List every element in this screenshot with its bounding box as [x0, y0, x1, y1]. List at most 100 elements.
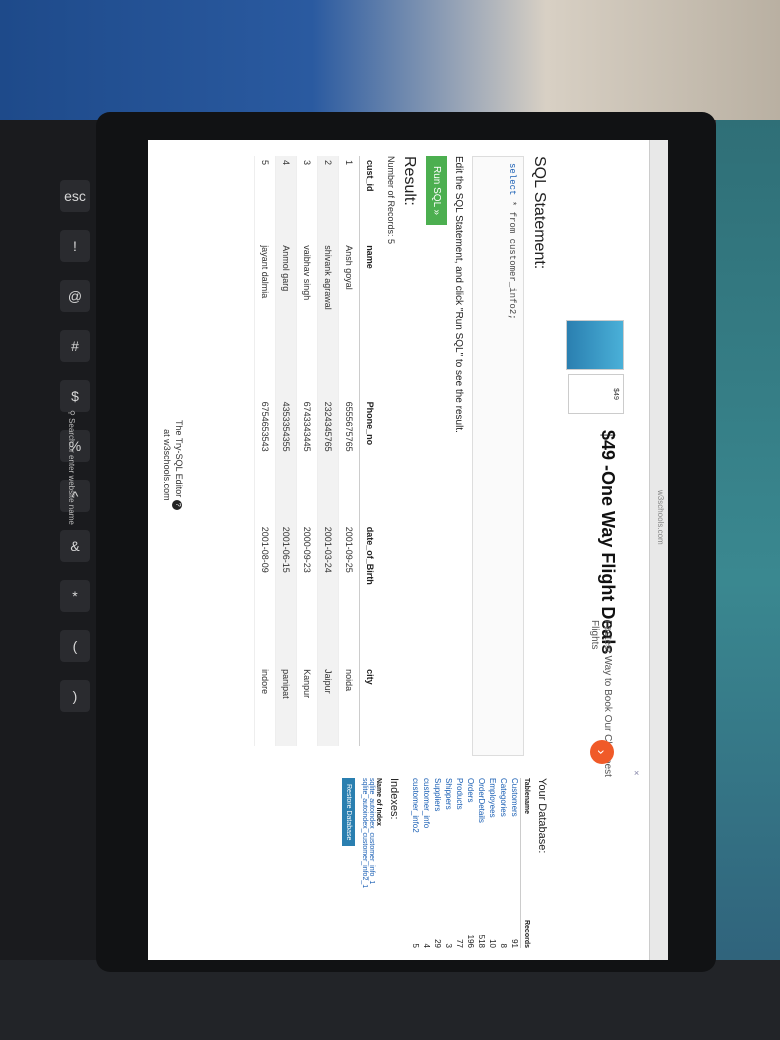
key-0[interactable]: ) [60, 680, 90, 712]
cell: 2000-09-23 [296, 522, 318, 666]
db-table-row[interactable]: Categories 8 [498, 778, 509, 948]
db-table-name[interactable]: Shippers [444, 778, 453, 810]
db-table-row[interactable]: customer_info2 5 [410, 778, 421, 948]
cell: 6555675765 [338, 397, 360, 523]
index-item[interactable]: sqlite_autoindex_customer_info2_1 [361, 778, 368, 948]
restore-database-button[interactable]: Restore Database [342, 778, 355, 847]
db-table-name[interactable]: Customers [510, 778, 519, 817]
cell: 2 [317, 156, 339, 242]
header-cust-id: cust_id [359, 156, 380, 242]
db-table-records: 196 [466, 934, 475, 948]
cell: 5 [254, 156, 276, 242]
address-bar[interactable]: w3schools.com [656, 490, 665, 545]
photo-background-right [716, 120, 780, 1040]
table-row: 5 jayant dalmia 6754653543 2001-08-09 in… [254, 156, 276, 746]
table-row: 2 shivank agrawal 2324345765 2001-03-24 … [317, 156, 339, 746]
cell: 3 [296, 156, 318, 242]
header-phone: Phone_no [359, 397, 380, 523]
db-table-records: 29 [433, 939, 442, 948]
db-table-records: 4 [422, 943, 431, 948]
indexes-title: Indexes: [388, 778, 400, 820]
db-table-row[interactable]: Shippers 3 [443, 778, 454, 948]
edit-hint: Edit the SQL Statement, and click "Run S… [453, 156, 464, 433]
db-table-records: 91 [510, 939, 519, 948]
table-row: 3 vaibhav singh 6743343445 2000-09-23 Ka… [296, 156, 318, 746]
cell: Ansh goyal [338, 241, 360, 398]
db-table-row[interactable]: customer_info 4 [421, 778, 432, 948]
table-row: 1 Ansh goyal 6555675765 2001-09-25 noida [338, 156, 360, 746]
db-table-name[interactable]: Employees [488, 778, 497, 818]
page-footer: The Try-SQL Editor ? at w3schools.com [162, 420, 184, 510]
sql-statement-title: SQL Statement: [531, 156, 548, 270]
key-1[interactable]: ! [60, 230, 90, 262]
db-table-records: 3 [444, 943, 453, 948]
db-table-row[interactable]: OrderDetails 518 [476, 778, 487, 948]
key-3[interactable]: # [60, 330, 90, 362]
ad-price-card: $49 [568, 374, 624, 414]
cell: 4 [275, 156, 297, 242]
cell: 2001-06-15 [275, 522, 297, 666]
index-item[interactable]: sqlite_autoindex_customer_info_1 [368, 778, 375, 948]
search-bar[interactable]: ⚲ Search or enter website name [62, 410, 80, 600]
db-table-records: 10 [488, 939, 497, 948]
db-table-name[interactable]: customer_info2 [411, 778, 420, 833]
db-table-row[interactable]: Suppliers 29 [432, 778, 443, 948]
db-table-name[interactable]: Categories [499, 778, 508, 817]
cell: indore [254, 665, 276, 746]
search-icon: ⚲ [67, 410, 76, 416]
ad-image [566, 320, 624, 370]
run-sql-button[interactable]: Run SQL » [426, 156, 447, 226]
cell: 2001-08-09 [254, 522, 276, 666]
cell: vaibhav singh [296, 241, 318, 398]
database-panel: Your Database: Tablename Records Custome… [158, 778, 548, 948]
table-header-row: cust_id name Phone_no date_of_Birth city [359, 156, 380, 746]
col-tablename: Tablename [523, 778, 530, 815]
db-table-row[interactable]: Orders 196 [465, 778, 476, 948]
db-table-records: 8 [499, 943, 508, 948]
index-column-header: Name of Index [375, 778, 382, 826]
result-title: Result: [401, 156, 418, 206]
result-table: cust_id name Phone_no date_of_Birth city… [254, 156, 380, 746]
key-9[interactable]: ( [60, 630, 90, 662]
cell: jayant dalmia [254, 241, 276, 398]
sql-input[interactable]: select * from customer_info2; [472, 156, 524, 756]
database-table-header: Tablename Records [520, 778, 530, 948]
close-icon[interactable]: ✕ [632, 770, 640, 776]
cell: Jaipur [317, 665, 339, 746]
cell: noida [338, 665, 360, 746]
db-table-row[interactable]: Customers 91 [509, 778, 520, 948]
help-icon[interactable]: ? [172, 499, 182, 510]
cell: shivank agrawal [317, 241, 339, 398]
header-name: name [359, 241, 380, 398]
sql-query-text: * from customer_info2; [507, 200, 517, 320]
footer-line-1: The Try-SQL Editor [174, 420, 184, 498]
chevron-right-icon[interactable]: › [590, 740, 614, 764]
cell: panipat [275, 665, 297, 746]
db-table-name[interactable]: Orders [466, 778, 475, 802]
footer-line-2[interactable]: at w3schools.com [162, 420, 172, 510]
cell: 1 [338, 156, 360, 242]
database-title: Your Database: [536, 778, 548, 854]
cell: 6754653543 [254, 397, 276, 523]
key-4[interactable]: $ [60, 380, 90, 412]
sql-keyword: select [507, 163, 517, 196]
flight-ad[interactable]: $49 $49 -One Way Flight Deals Fastest Wa… [554, 320, 644, 780]
db-table-name[interactable]: customer_info [422, 778, 431, 828]
cell: Kanpur [296, 665, 318, 746]
cell: 2324345765 [317, 397, 339, 523]
db-table-name[interactable]: OrderDetails [477, 778, 486, 823]
db-table-row[interactable]: Employees 10 [487, 778, 498, 948]
key-2[interactable]: @ [60, 280, 90, 312]
photo-background-bottom [0, 960, 780, 1040]
record-count: Number of Records: 5 [386, 156, 396, 245]
db-table-row[interactable]: Products 77 [454, 778, 465, 948]
db-table-name[interactable]: Suppliers [433, 778, 442, 811]
search-placeholder-text: Search or enter website name [67, 418, 76, 525]
cell: 2001-09-25 [338, 522, 360, 666]
cell: 2001-03-24 [317, 522, 339, 666]
db-table-name[interactable]: Products [455, 778, 464, 810]
db-table-records: 77 [455, 939, 464, 948]
search-placeholder: ⚲ Search or enter website name [67, 410, 76, 525]
key-esc[interactable]: esc [60, 180, 90, 212]
cell: 4353354355 [275, 397, 297, 523]
